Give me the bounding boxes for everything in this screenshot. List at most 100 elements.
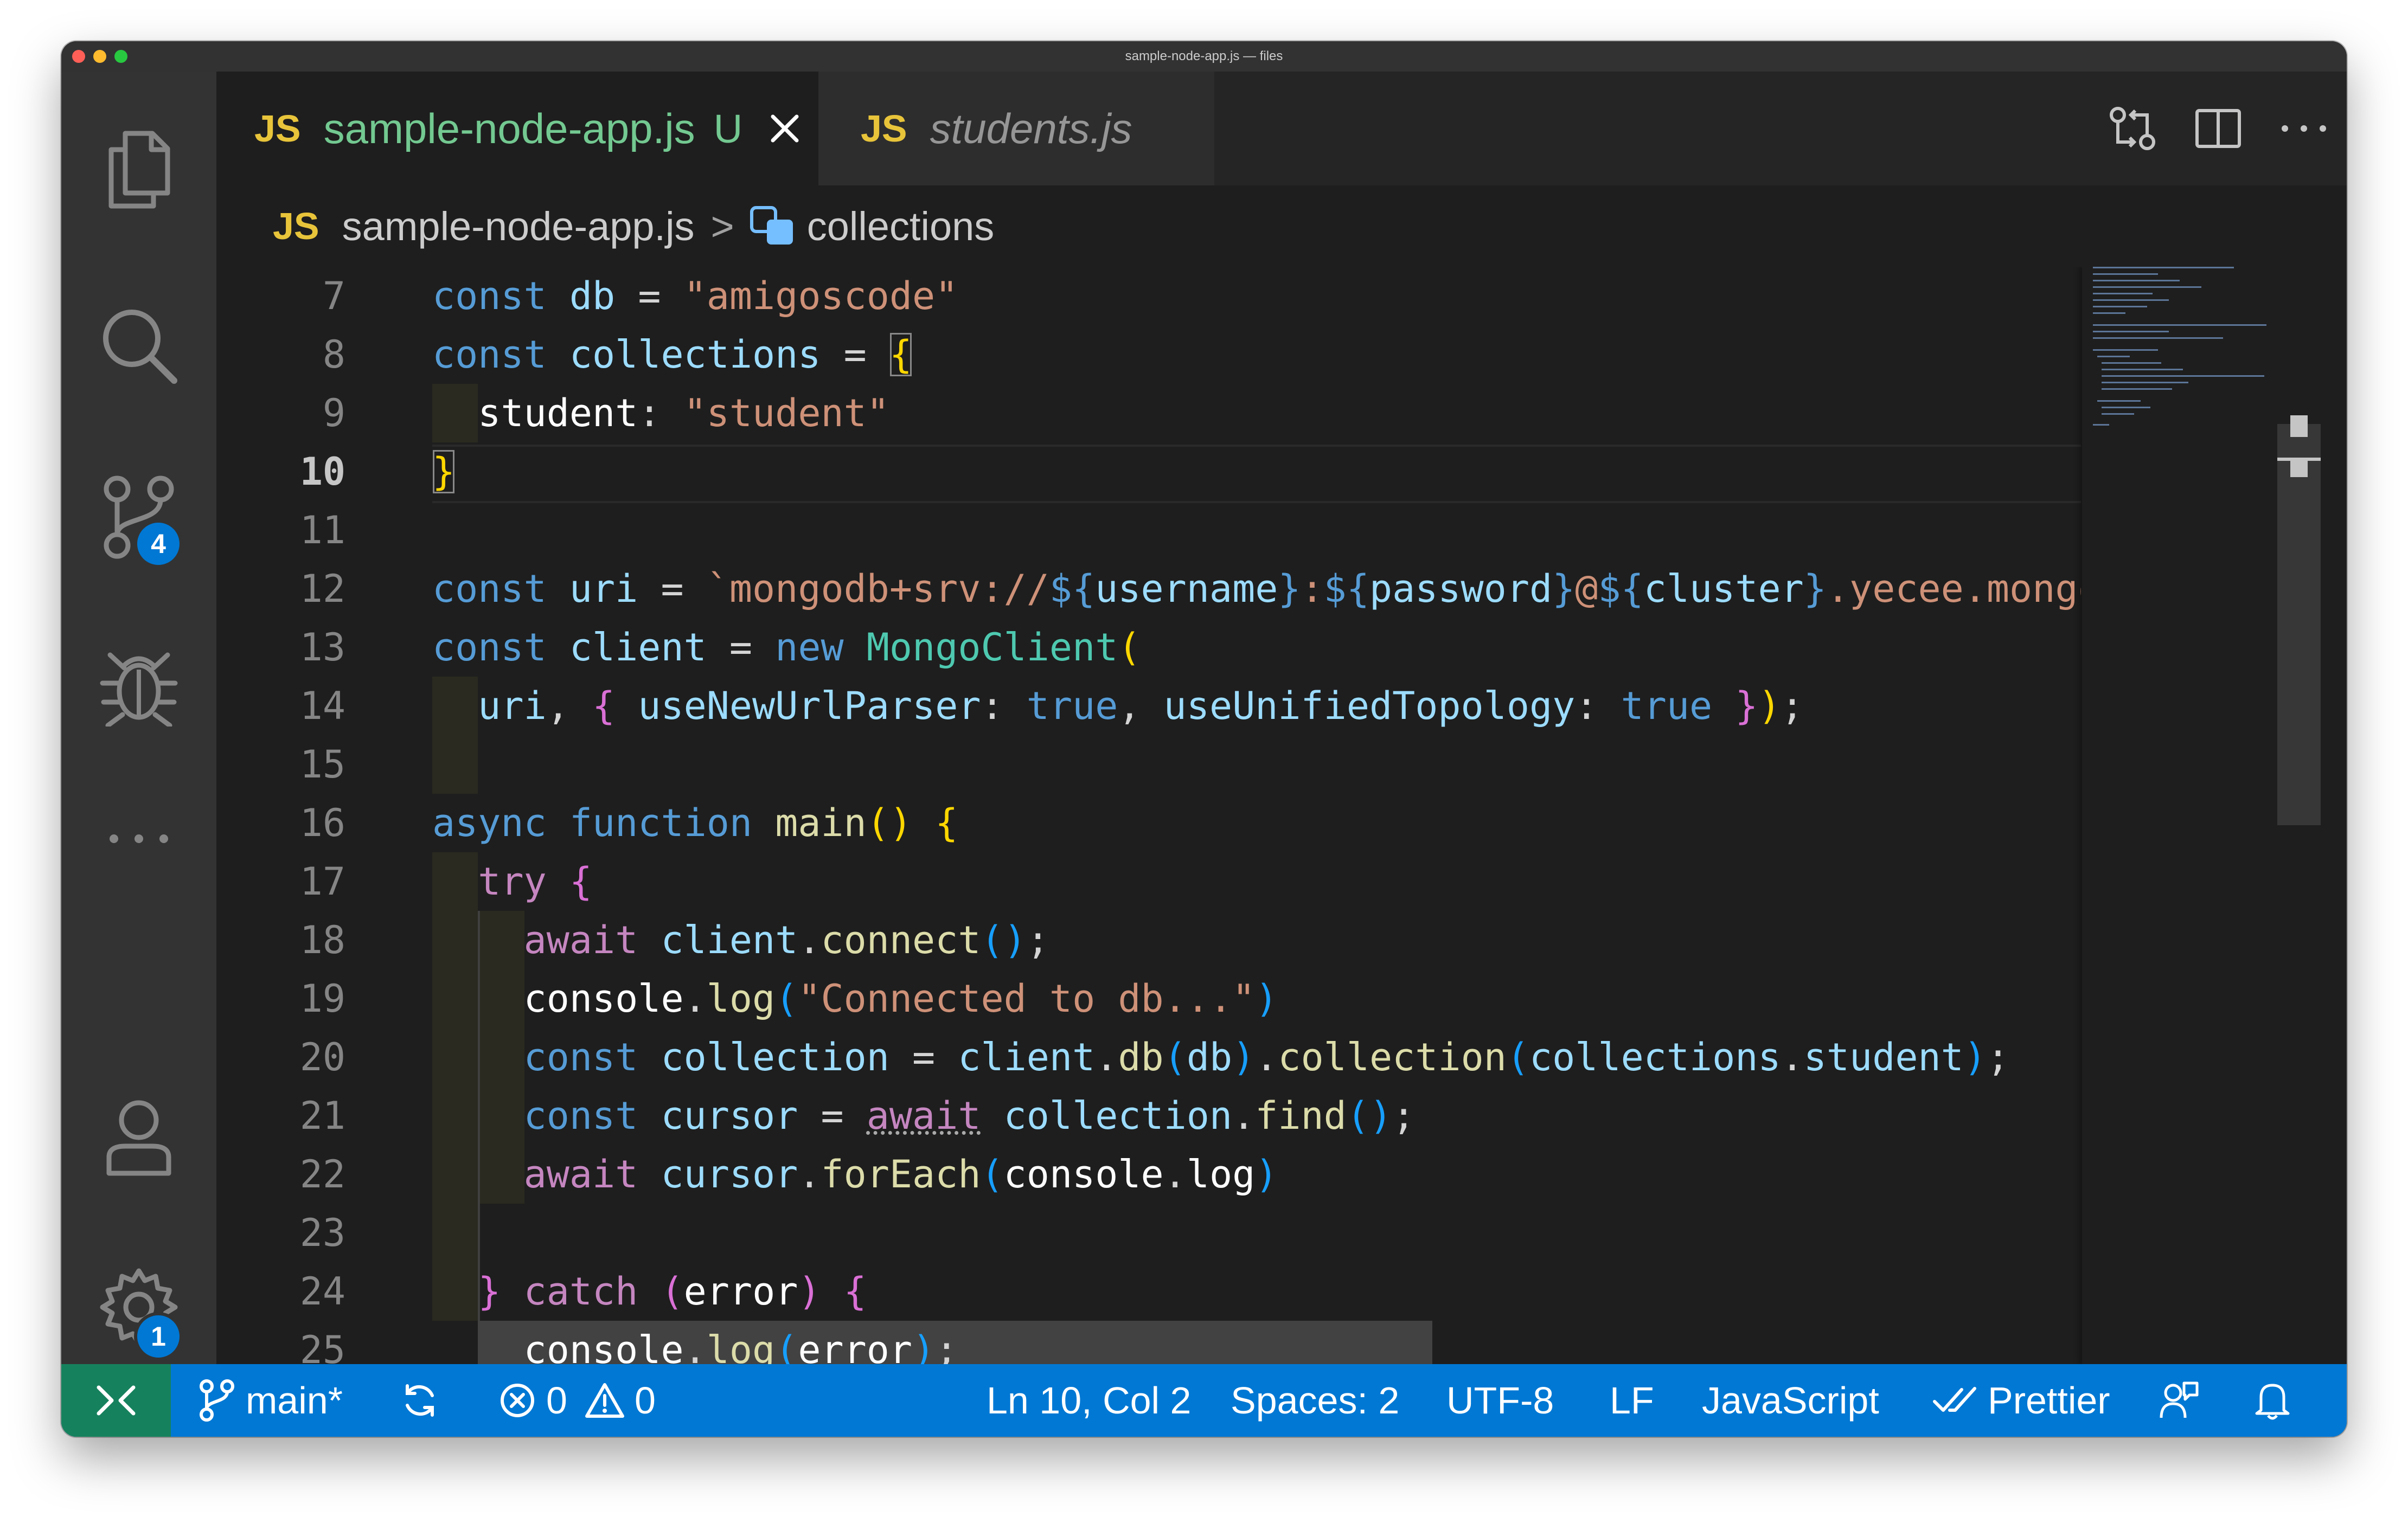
language-label: JavaScript: [1702, 1379, 1879, 1422]
line-number: 14: [299, 684, 345, 728]
line-ending-selector[interactable]: LF: [1610, 1364, 1654, 1437]
formatter-label: Prettier: [1988, 1379, 2110, 1422]
code-area[interactable]: const db = "amigoscode" const collection…: [432, 267, 2081, 1364]
line-number: 25: [299, 1328, 345, 1364]
symbol-namespace-icon: [750, 206, 793, 245]
code-line: const collection = client.db(db).collect…: [523, 1035, 2010, 1079]
breadcrumb-file[interactable]: sample-node-app.js: [342, 203, 695, 249]
cursor-position-label: Ln 10, Col 2: [987, 1379, 1192, 1422]
code-line: console.log("Connected to db..."): [523, 976, 1278, 1021]
js-file-icon: JS: [273, 205, 319, 247]
encoding-label: UTF-8: [1446, 1379, 1554, 1422]
activity-accounts[interactable]: [61, 1097, 216, 1179]
minimize-window-button[interactable]: [93, 50, 106, 63]
code-line: console.log(error);: [523, 1328, 958, 1364]
line-number: 22: [299, 1152, 345, 1197]
line-number: 19: [299, 976, 345, 1021]
line-number: 21: [299, 1094, 345, 1138]
branch-indicator[interactable]: main*: [198, 1364, 343, 1437]
activity-run-debug[interactable]: [61, 645, 216, 727]
tab-sample-node-app[interactable]: JS sample-node-app.js U: [216, 72, 818, 185]
open-changes-button[interactable]: [2090, 104, 2175, 153]
tab-label: students.js: [930, 104, 1132, 152]
line-number: 8: [322, 332, 345, 377]
line-ending-label: LF: [1610, 1379, 1654, 1422]
error-count: 0: [546, 1379, 567, 1422]
code-line: async function main() {: [432, 801, 958, 845]
code-line: uri, { useNewUrlParser: true, useUnified…: [478, 684, 1804, 728]
activity-manage[interactable]: 1: [61, 1267, 216, 1361]
line-number: 9: [322, 391, 345, 435]
double-check-icon: [1933, 1387, 1976, 1412]
sync-icon: [406, 1384, 434, 1417]
code-line: student: "student": [478, 391, 889, 435]
js-file-icon: JS: [254, 107, 301, 150]
code-line: } catch (error) {: [478, 1269, 867, 1314]
account-icon: [106, 1100, 171, 1176]
window-title: sample-node-app.js — files: [1125, 49, 1283, 63]
line-number: 13: [299, 625, 345, 670]
tab-students[interactable]: JS students.js: [818, 72, 1214, 185]
activity-explorer[interactable]: [61, 128, 216, 209]
prettier-status[interactable]: Prettier: [1932, 1364, 2110, 1437]
activity-bar: 4 1: [61, 72, 216, 1364]
scroll-marker: [2290, 461, 2308, 477]
indentation-label: Spaces: 2: [1231, 1379, 1400, 1422]
current-line-number: 10: [299, 449, 345, 494]
line-number: 7: [322, 274, 345, 318]
bell-icon: [2255, 1384, 2290, 1420]
vertical-scrollbar[interactable]: [2277, 267, 2347, 1364]
warning-icon: [585, 1383, 624, 1418]
activity-source-control[interactable]: 4: [61, 474, 216, 568]
minimap[interactable]: [2082, 267, 2277, 1364]
debug-icon: [100, 652, 178, 727]
more-actions-button[interactable]: [2261, 123, 2347, 134]
manage-badge: 1: [134, 1312, 183, 1361]
close-icon[interactable]: [770, 113, 800, 144]
zoom-window-button[interactable]: [114, 50, 127, 63]
feedback-button[interactable]: [2158, 1364, 2199, 1437]
line-number: 23: [299, 1211, 345, 1255]
line-number: 16: [299, 801, 345, 845]
branch-name: main*: [246, 1379, 343, 1422]
activity-more[interactable]: [61, 831, 216, 847]
warning-count: 0: [634, 1379, 656, 1422]
files-icon: [108, 131, 170, 209]
indentation-selector[interactable]: Spaces: 2: [1231, 1364, 1399, 1437]
breadcrumb-separator: >: [710, 203, 734, 249]
status-bar: main* 0 0 Ln 10, Col 2 Spaces: 2 UTF-8 L…: [61, 1364, 2347, 1437]
current-line-highlight: [432, 445, 2081, 503]
ellipsis-icon: [110, 834, 168, 843]
notifications-button[interactable]: [2253, 1364, 2291, 1437]
tab-bar: JS sample-node-app.js U JS students.js: [216, 72, 2347, 185]
editor-actions: [2090, 72, 2347, 185]
line-number: 18: [299, 918, 345, 962]
close-window-button[interactable]: [72, 50, 85, 63]
scrollbar-thumb[interactable]: [2277, 424, 2321, 825]
line-number: 12: [299, 567, 345, 611]
code-line: const collections = {: [432, 332, 913, 377]
code-line: try {: [478, 859, 593, 904]
git-branch-icon: [200, 1379, 234, 1422]
activity-search[interactable]: [61, 305, 216, 386]
code-line: }: [432, 449, 456, 494]
scroll-marker: [2290, 415, 2308, 437]
title-bar: sample-node-app.js — files: [61, 41, 2347, 72]
ellipsis-icon: [2282, 125, 2326, 132]
breadcrumb-symbol[interactable]: collections: [807, 203, 995, 249]
split-editor-icon: [2195, 109, 2241, 148]
remote-indicator[interactable]: [61, 1364, 171, 1437]
code-line: await cursor.forEach(console.log): [523, 1152, 1278, 1197]
line-number: 15: [299, 742, 345, 787]
code-line: await client.connect();: [523, 918, 1049, 962]
error-icon: [501, 1384, 534, 1417]
code-line: const db = "amigoscode": [432, 274, 958, 318]
compare-changes-icon: [2110, 107, 2155, 150]
problems-indicator[interactable]: 0 0: [498, 1364, 656, 1437]
encoding-selector[interactable]: UTF-8: [1446, 1364, 1554, 1437]
split-editor-button[interactable]: [2175, 104, 2261, 153]
code-editor[interactable]: 7 8 9 10 11 12 13 14 15 16 17 18 19 20 2…: [216, 267, 2347, 1364]
cursor-position[interactable]: Ln 10, Col 2: [987, 1364, 1191, 1437]
language-mode-selector[interactable]: JavaScript: [1702, 1364, 1879, 1437]
sync-button[interactable]: [401, 1364, 439, 1437]
